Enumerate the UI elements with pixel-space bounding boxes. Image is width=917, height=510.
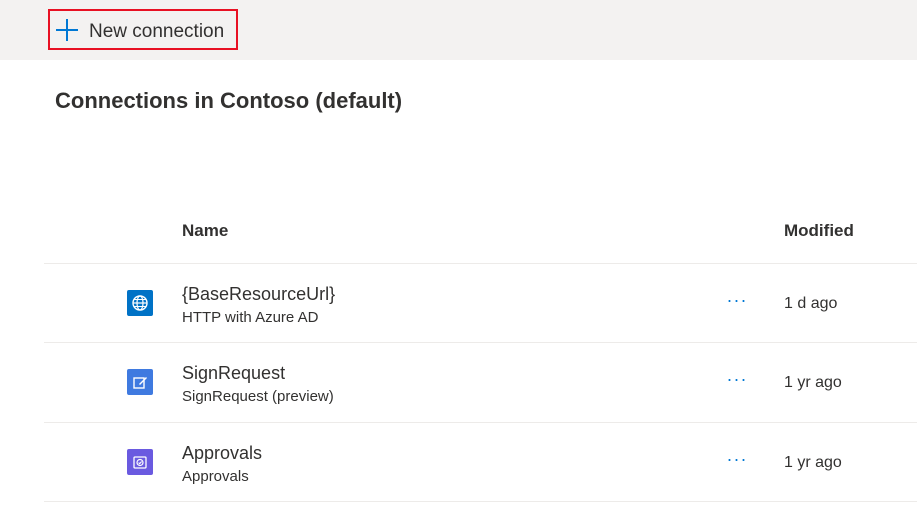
modified-time: 1 yr ago: [784, 454, 842, 471]
command-bar: New connection: [0, 0, 917, 60]
more-options-icon[interactable]: ···: [725, 291, 749, 315]
connection-name[interactable]: {BaseResourceUrl}: [182, 284, 335, 305]
globe-icon: [127, 290, 153, 316]
modified-time: 1 yr ago: [784, 374, 842, 391]
table-row[interactable]: {BaseResourceUrl} HTTP with Azure AD ···…: [44, 264, 917, 343]
new-connection-label: New connection: [89, 21, 225, 42]
row-divider: [44, 501, 917, 502]
table-row[interactable]: Approvals Approvals ··· 1 yr ago: [44, 423, 917, 502]
connection-name[interactable]: SignRequest: [182, 363, 285, 384]
connection-name[interactable]: Approvals: [182, 443, 262, 464]
table-row[interactable]: SignRequest SignRequest (preview) ··· 1 …: [44, 343, 917, 422]
plus-icon: [56, 19, 78, 41]
connector-name: HTTP with Azure AD: [182, 309, 319, 326]
column-header-modified[interactable]: Modified: [784, 221, 854, 241]
new-connection-button[interactable]: New connection: [48, 9, 238, 50]
page-title: Connections in Contoso (default): [55, 88, 403, 113]
more-options-icon[interactable]: ···: [725, 450, 749, 474]
sign-edit-icon: [127, 369, 153, 395]
approvals-icon: [127, 449, 153, 475]
column-header-name[interactable]: Name: [182, 221, 228, 241]
connector-name: SignRequest (preview): [182, 388, 334, 405]
modified-time: 1 d ago: [784, 295, 838, 312]
connector-name: Approvals: [182, 468, 249, 485]
more-options-icon[interactable]: ···: [725, 370, 749, 394]
